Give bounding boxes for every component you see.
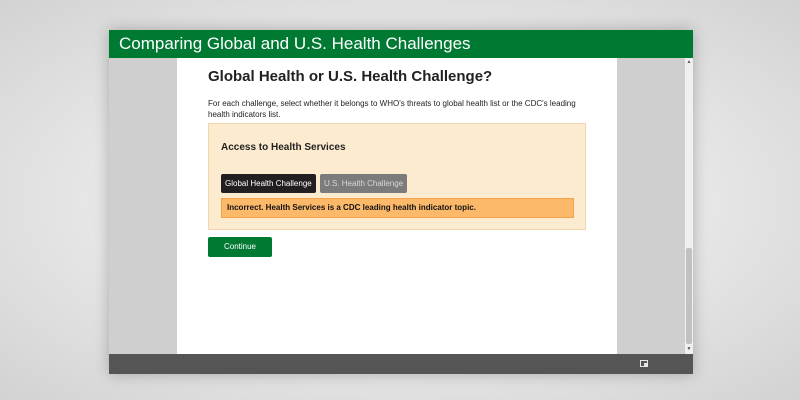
instructions-text: For each challenge, select whether it be… [208,99,576,119]
page-title: Global Health or U.S. Health Challenge? [208,68,493,85]
lesson-page: Global Health or U.S. Health Challenge? … [177,58,617,354]
scroll-down-arrow-icon[interactable]: ▼ [686,346,692,353]
window-title: Comparing Global and U.S. Health Challen… [109,30,693,58]
challenge-title: Access to Health Services [221,142,346,153]
expand-icon[interactable] [640,360,648,367]
scroll-thumb[interactable] [686,248,692,344]
question-panel: Access to Health Services Global Health … [208,123,586,230]
scroll-up-arrow-icon[interactable]: ▲ [686,59,692,66]
vertical-scrollbar[interactable]: ▲ ▼ [685,58,693,354]
continue-button[interactable]: Continue [208,237,272,257]
footer-bar [109,354,693,374]
global-health-challenge-button[interactable]: Global Health Challenge [221,174,316,193]
app-window: Comparing Global and U.S. Health Challen… [109,30,693,374]
content-area: Global Health or U.S. Health Challenge? … [109,58,693,354]
us-health-challenge-button[interactable]: U.S. Health Challenge [320,174,408,193]
feedback-message: Incorrect. Health Services is a CDC lead… [221,198,574,218]
